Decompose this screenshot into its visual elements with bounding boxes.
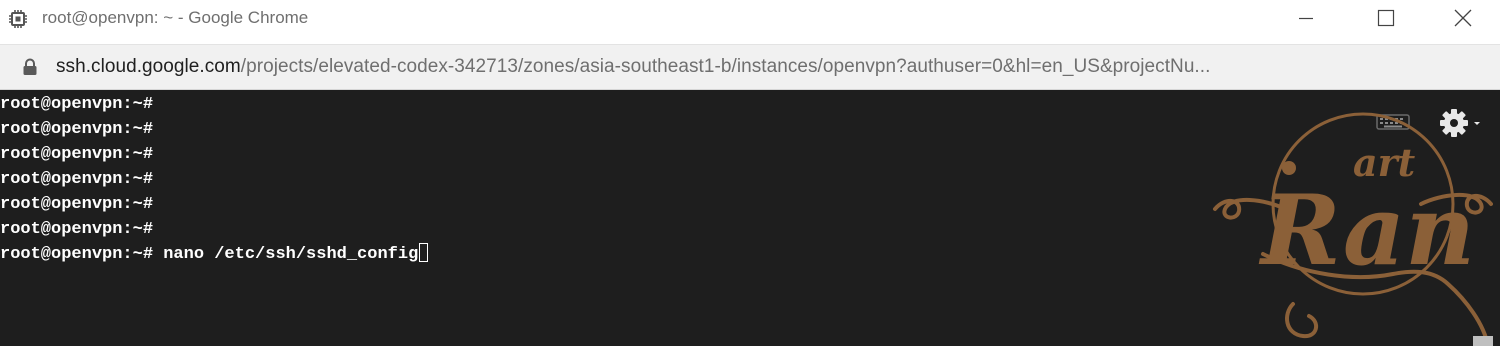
terminal-output: root@openvpn:~# root@openvpn:~# root@ope… [0,92,429,267]
terminal-line: root@openvpn:~# [0,195,154,214]
maximize-button[interactable] [1363,0,1409,36]
url-path: /projects/elevated-codex-342713/zones/as… [240,56,1211,77]
maximize-icon [1377,9,1395,27]
app-icon [9,10,27,28]
terminal-line: root@openvpn:~# [0,145,154,164]
window-title: root@openvpn: ~ - Google Chrome [42,8,309,27]
url-text[interactable]: ssh.cloud.google.com/projects/elevated-c… [56,56,1481,78]
lock-icon [23,58,37,75]
keyboard-icon[interactable] [1376,114,1410,130]
terminal-line: root@openvpn:~# [0,170,154,189]
window-titlebar: root@openvpn: ~ - Google Chrome [0,0,1500,36]
close-icon [1454,9,1472,27]
terminal-line: root@openvpn:~# [0,95,154,114]
url-host: ssh.cloud.google.com [56,56,241,77]
terminal-line: root@openvpn:~# [0,120,154,139]
terminal-line: root@openvpn:~# [0,220,154,239]
minimize-icon [1299,17,1313,20]
terminal-command-text: root@openvpn:~# nano /etc/ssh/sshd_confi… [0,245,419,264]
ssh-terminal[interactable]: root@openvpn:~# root@openvpn:~# root@ope… [0,90,1500,346]
terminal-command-line[interactable]: root@openvpn:~# nano /etc/ssh/sshd_confi… [0,242,429,267]
text-cursor [419,243,429,262]
close-button[interactable] [1440,0,1486,36]
settings-gear-icon[interactable] [1438,106,1482,140]
minimize-button[interactable] [1283,0,1329,36]
address-bar[interactable]: ssh.cloud.google.com/projects/elevated-c… [0,44,1500,90]
